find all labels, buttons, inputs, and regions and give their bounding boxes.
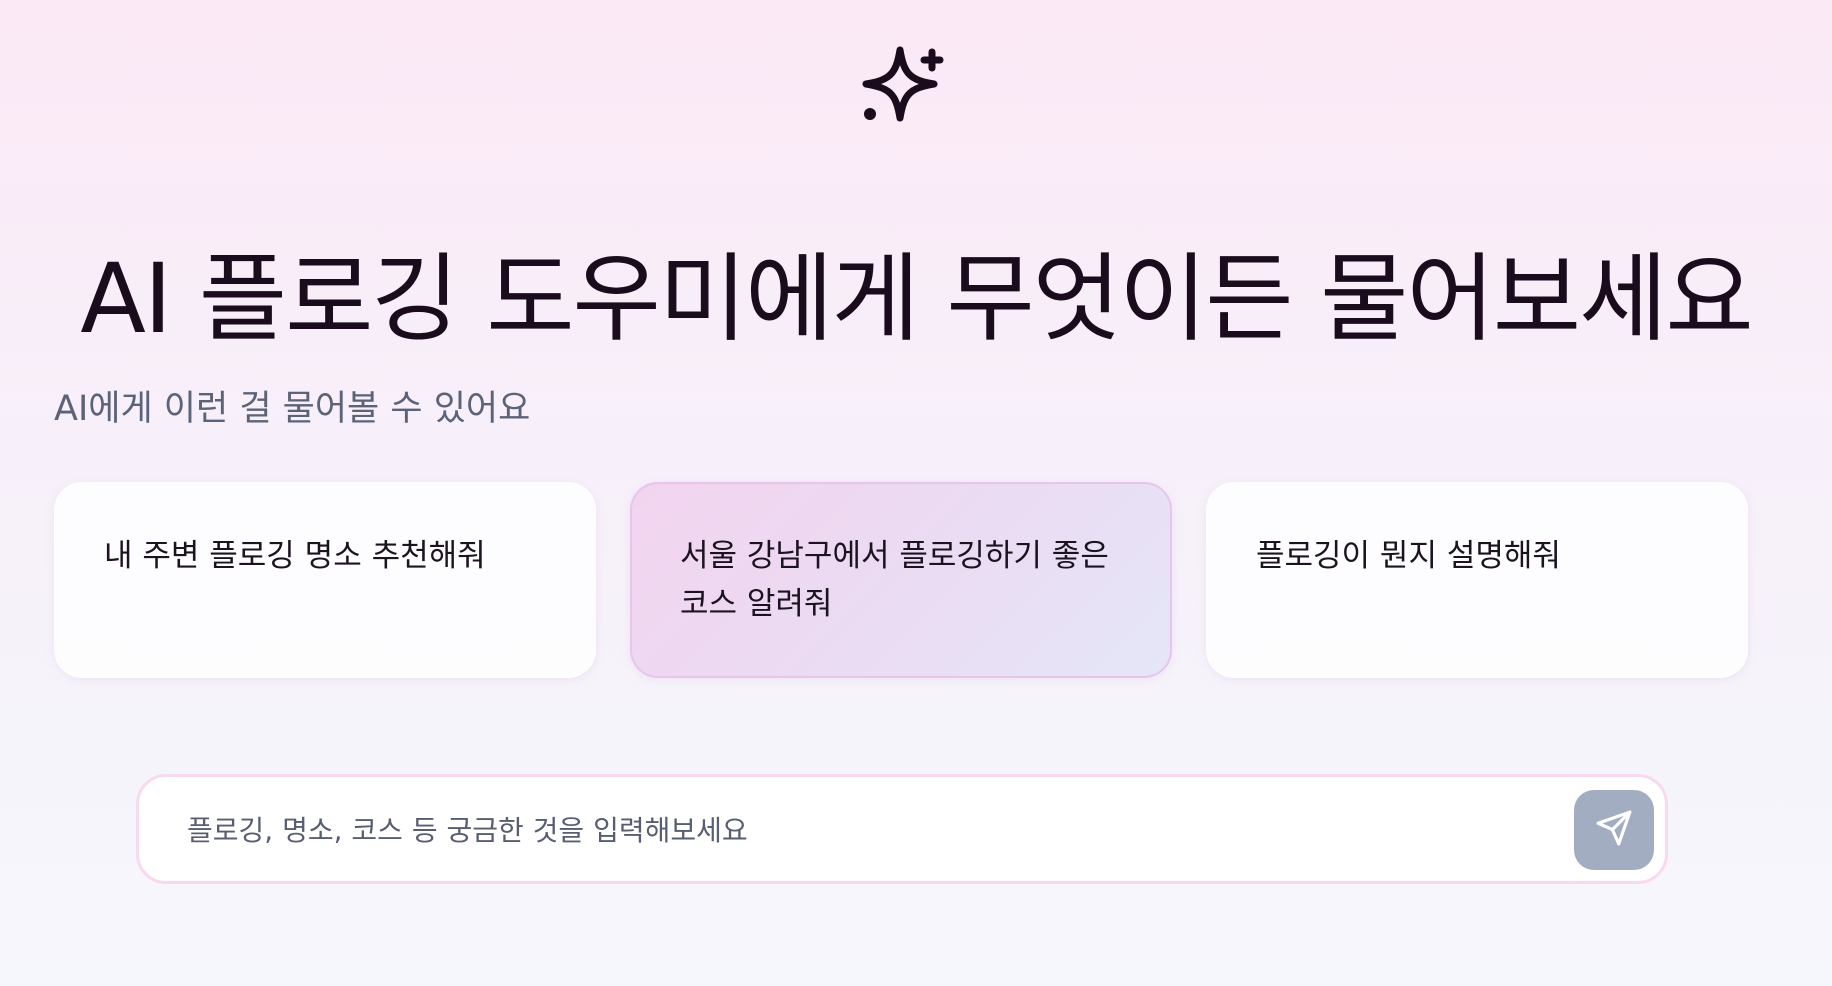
suggestion-card-label: 내 주변 플로깅 명소 추천해줘	[104, 538, 486, 574]
suggestion-card-gangnam-course[interactable]: 서울 강남구에서 플로깅하기 좋은 코스 알려줘	[630, 482, 1172, 678]
sparkles-icon	[856, 44, 948, 136]
suggestion-card-label: 플로깅이 뭔지 설명해줘	[1256, 538, 1561, 574]
suggestion-card-nearby-spots[interactable]: 내 주변 플로깅 명소 추천해줘	[54, 482, 596, 678]
suggestion-card-label: 서울 강남구에서 플로깅하기 좋은 코스 알려줘	[680, 538, 1109, 622]
chat-input-bar	[136, 774, 1668, 884]
send-icon	[1595, 809, 1633, 851]
suggestions-heading: AI에게 이런 걸 물어볼 수 있어요	[54, 389, 531, 429]
page-title: AI 플로깅 도우미에게 무엇이든 물어보세요	[80, 243, 1754, 356]
suggestion-card-explain-plogging[interactable]: 플로깅이 뭔지 설명해줘	[1206, 482, 1748, 678]
chat-input[interactable]	[185, 797, 1489, 863]
send-button[interactable]	[1574, 790, 1654, 870]
